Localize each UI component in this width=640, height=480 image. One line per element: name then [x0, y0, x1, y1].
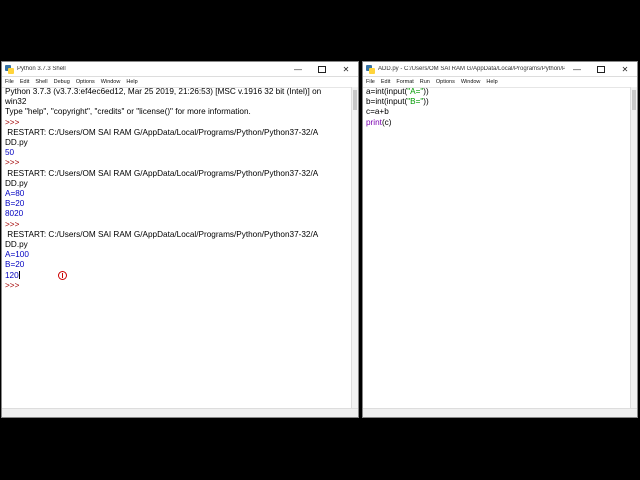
- code-line: c=a+b: [363, 107, 631, 117]
- editor-menu-help[interactable]: Help: [483, 79, 500, 85]
- maximize-icon: [597, 65, 605, 73]
- editor-close-button[interactable]: ✕: [613, 62, 637, 76]
- shell-line: 50: [5, 148, 15, 158]
- maximize-icon: [318, 65, 326, 73]
- shell-line: DD.py: [5, 240, 28, 250]
- python-file-icon: [366, 64, 375, 74]
- code-line: print(c): [363, 118, 631, 128]
- shell-output-area[interactable]: Python 3.7.3 (v3.7.3:ef4ec6ed12, Mar 25 …: [2, 87, 352, 409]
- editor-menu-edit[interactable]: Edit: [378, 79, 393, 85]
- text-cursor: [18, 270, 20, 279]
- shell-line: RESTART: C:/Users/OM SAI RAM G/AppData/L…: [5, 127, 319, 137]
- shell-line: B=20: [5, 199, 25, 209]
- minimize-button[interactable]: —: [286, 62, 310, 76]
- shell-line: B=20: [5, 260, 25, 270]
- editor-title: ADD.py - C:/Users/OM SAI RAM G/AppData/L…: [378, 66, 565, 72]
- maximize-button[interactable]: [310, 62, 334, 76]
- shell-menu-debug[interactable]: Debug: [51, 79, 73, 85]
- editor-menu-format[interactable]: Format: [393, 79, 416, 85]
- code-line: b=int(input("B=")): [363, 97, 631, 107]
- shell-line: 120: [5, 270, 20, 280]
- code-token: a=int(input(: [366, 87, 408, 96]
- shell-menu-window[interactable]: Window: [98, 79, 124, 85]
- shell-title: Python 3.7.3 Shell: [17, 66, 66, 72]
- editor-menu-run[interactable]: Run: [417, 79, 433, 85]
- shell-status-bar: [2, 408, 358, 417]
- editor-menu-file[interactable]: File: [363, 79, 378, 85]
- shell-prompt: >>>: [5, 219, 22, 229]
- shell-prompt: >>>: [5, 117, 22, 127]
- editor-menu-options[interactable]: Options: [433, 79, 458, 85]
- shell-line: win32: [5, 97, 27, 107]
- editor-minimize-button[interactable]: —: [565, 62, 589, 76]
- code-line: a=int(input("A=")): [363, 87, 631, 97]
- code-token: print: [366, 117, 382, 127]
- shell-line: RESTART: C:/Users/OM SAI RAM G/AppData/L…: [5, 229, 319, 239]
- editor-status-bar: [363, 408, 637, 417]
- shell-line: DD.py: [5, 178, 28, 188]
- shell-prompt: >>>: [5, 280, 22, 290]
- editor-titlebar[interactable]: ADD.py - C:/Users/OM SAI RAM G/AppData/L…: [363, 62, 637, 77]
- shell-line: DD.py: [5, 138, 28, 148]
- shell-line: A=100: [5, 250, 29, 260]
- code-token: c=a+b: [366, 107, 389, 117]
- shell-menu-shell[interactable]: Shell: [32, 79, 50, 85]
- code-token: )): [423, 87, 429, 96]
- shell-line: Type "help", "copyright", "credits" or "…: [5, 107, 251, 117]
- code-token: b=int(input(: [366, 97, 408, 107]
- shell-titlebar[interactable]: Python 3.7.3 Shell — ✕: [2, 62, 358, 77]
- code-token: )): [423, 97, 429, 107]
- shell-line: 8020: [5, 209, 24, 219]
- code-token: "A=": [407, 87, 424, 96]
- shell-line: RESTART: C:/Users/OM SAI RAM G/AppData/L…: [5, 168, 319, 178]
- shell-menu-help[interactable]: Help: [123, 79, 140, 85]
- editor-window[interactable]: ADD.py - C:/Users/OM SAI RAM G/AppData/L…: [362, 61, 638, 418]
- editor-maximize-button[interactable]: [589, 62, 613, 76]
- shell-line: A=80: [5, 189, 25, 199]
- shell-menu-file[interactable]: File: [2, 79, 17, 85]
- shell-prompt: >>>: [5, 158, 22, 168]
- editor-code-area[interactable]: a=int(input("A=")) b=int(input("B=")) c=a+…: [363, 87, 631, 409]
- shell-menu-options[interactable]: Options: [73, 79, 98, 85]
- python-logo-icon: [5, 64, 14, 74]
- mouse-pointer-highlight-icon: [58, 271, 67, 280]
- code-token: "B=": [407, 97, 424, 107]
- shell-menu-edit[interactable]: Edit: [17, 79, 32, 85]
- close-button[interactable]: ✕: [334, 62, 358, 76]
- editor-menu-window[interactable]: Window: [458, 79, 484, 85]
- shell-line: Python 3.7.3 (v3.7.3:ef4ec6ed12, Mar 25 …: [5, 87, 322, 96]
- python-shell-window[interactable]: Python 3.7.3 Shell — ✕ File Edit Shell Debu…: [1, 61, 359, 418]
- scrollbar-thumb[interactable]: [632, 90, 636, 110]
- editor-vertical-scrollbar[interactable]: [630, 87, 637, 409]
- scrollbar-thumb[interactable]: [353, 90, 357, 110]
- shell-vertical-scrollbar[interactable]: [351, 87, 358, 409]
- code-token: (c): [381, 117, 392, 127]
